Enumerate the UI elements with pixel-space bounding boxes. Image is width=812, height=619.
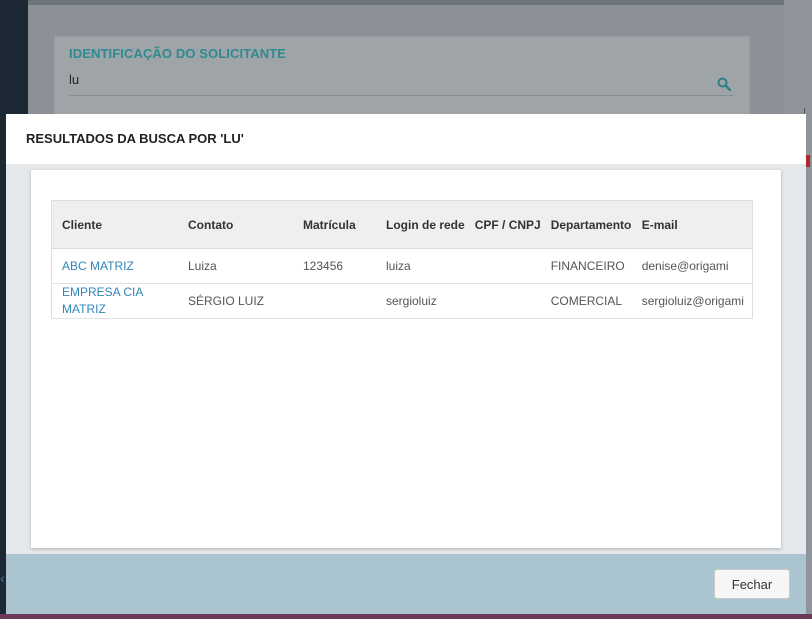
column-header-cliente: Cliente — [51, 200, 178, 249]
chevron-left-icon: ‹ — [0, 570, 5, 586]
cell-login: luiza — [376, 248, 465, 284]
cell-login: sergioluiz — [376, 283, 465, 319]
search-input-underline — [69, 95, 733, 96]
column-header-cpf-cnpj: CPF / CNPJ — [464, 200, 541, 249]
column-header-contato: Contato — [178, 200, 293, 249]
column-header-departamento: Departamento — [540, 200, 632, 249]
cell-departamento: FINANCEIRO — [540, 248, 632, 284]
column-header-login: Login de rede — [376, 200, 465, 249]
cell-cliente[interactable]: EMPRESA CIA MATRIZ — [51, 283, 178, 319]
column-header-email: E-mail — [631, 200, 753, 249]
modal-body: Cliente Contato Matrícula Login de rede … — [31, 170, 781, 548]
table-row[interactable]: ABC MATRIZ Luiza 123456 luiza FINANCEIRO… — [51, 248, 753, 284]
modal-footer: Fechar — [6, 554, 806, 614]
search-results-modal: RESULTADOS DA BUSCA POR 'LU' Cliente Con… — [6, 114, 806, 614]
results-table: Cliente Contato Matrícula Login de rede … — [51, 200, 753, 319]
cell-contato: SÉRGIO LUIZ — [178, 283, 293, 319]
cell-departamento: COMERCIAL — [540, 283, 632, 319]
modal-header: RESULTADOS DA BUSCA POR 'LU' — [6, 114, 806, 164]
cell-email: denise@origami — [631, 248, 753, 284]
background-bottom-strip — [0, 614, 812, 619]
close-button[interactable]: Fechar — [714, 569, 790, 599]
cell-cpf-cnpj — [464, 248, 541, 284]
table-row[interactable]: EMPRESA CIA MATRIZ SÉRGIO LUIZ sergiolui… — [51, 283, 753, 319]
cell-email: sergioluiz@origami — [631, 283, 753, 319]
background-topbar — [28, 0, 784, 5]
requester-section-title: IDENTIFICAÇÃO DO SOLICITANTE — [69, 46, 287, 61]
cell-cliente[interactable]: ABC MATRIZ — [51, 248, 178, 284]
requester-search-input[interactable]: lu — [69, 72, 79, 87]
cell-contato: Luiza — [178, 248, 293, 284]
column-header-matricula: Matrícula — [293, 200, 376, 249]
table-header-row: Cliente Contato Matrícula Login de rede … — [51, 200, 753, 249]
modal-title: RESULTADOS DA BUSCA POR 'LU' — [26, 131, 244, 146]
cell-matricula: 123456 — [293, 248, 376, 284]
search-icon[interactable] — [717, 77, 731, 91]
cell-matricula — [293, 283, 376, 319]
cell-cpf-cnpj — [464, 283, 541, 319]
background-required-marker — [806, 155, 810, 167]
